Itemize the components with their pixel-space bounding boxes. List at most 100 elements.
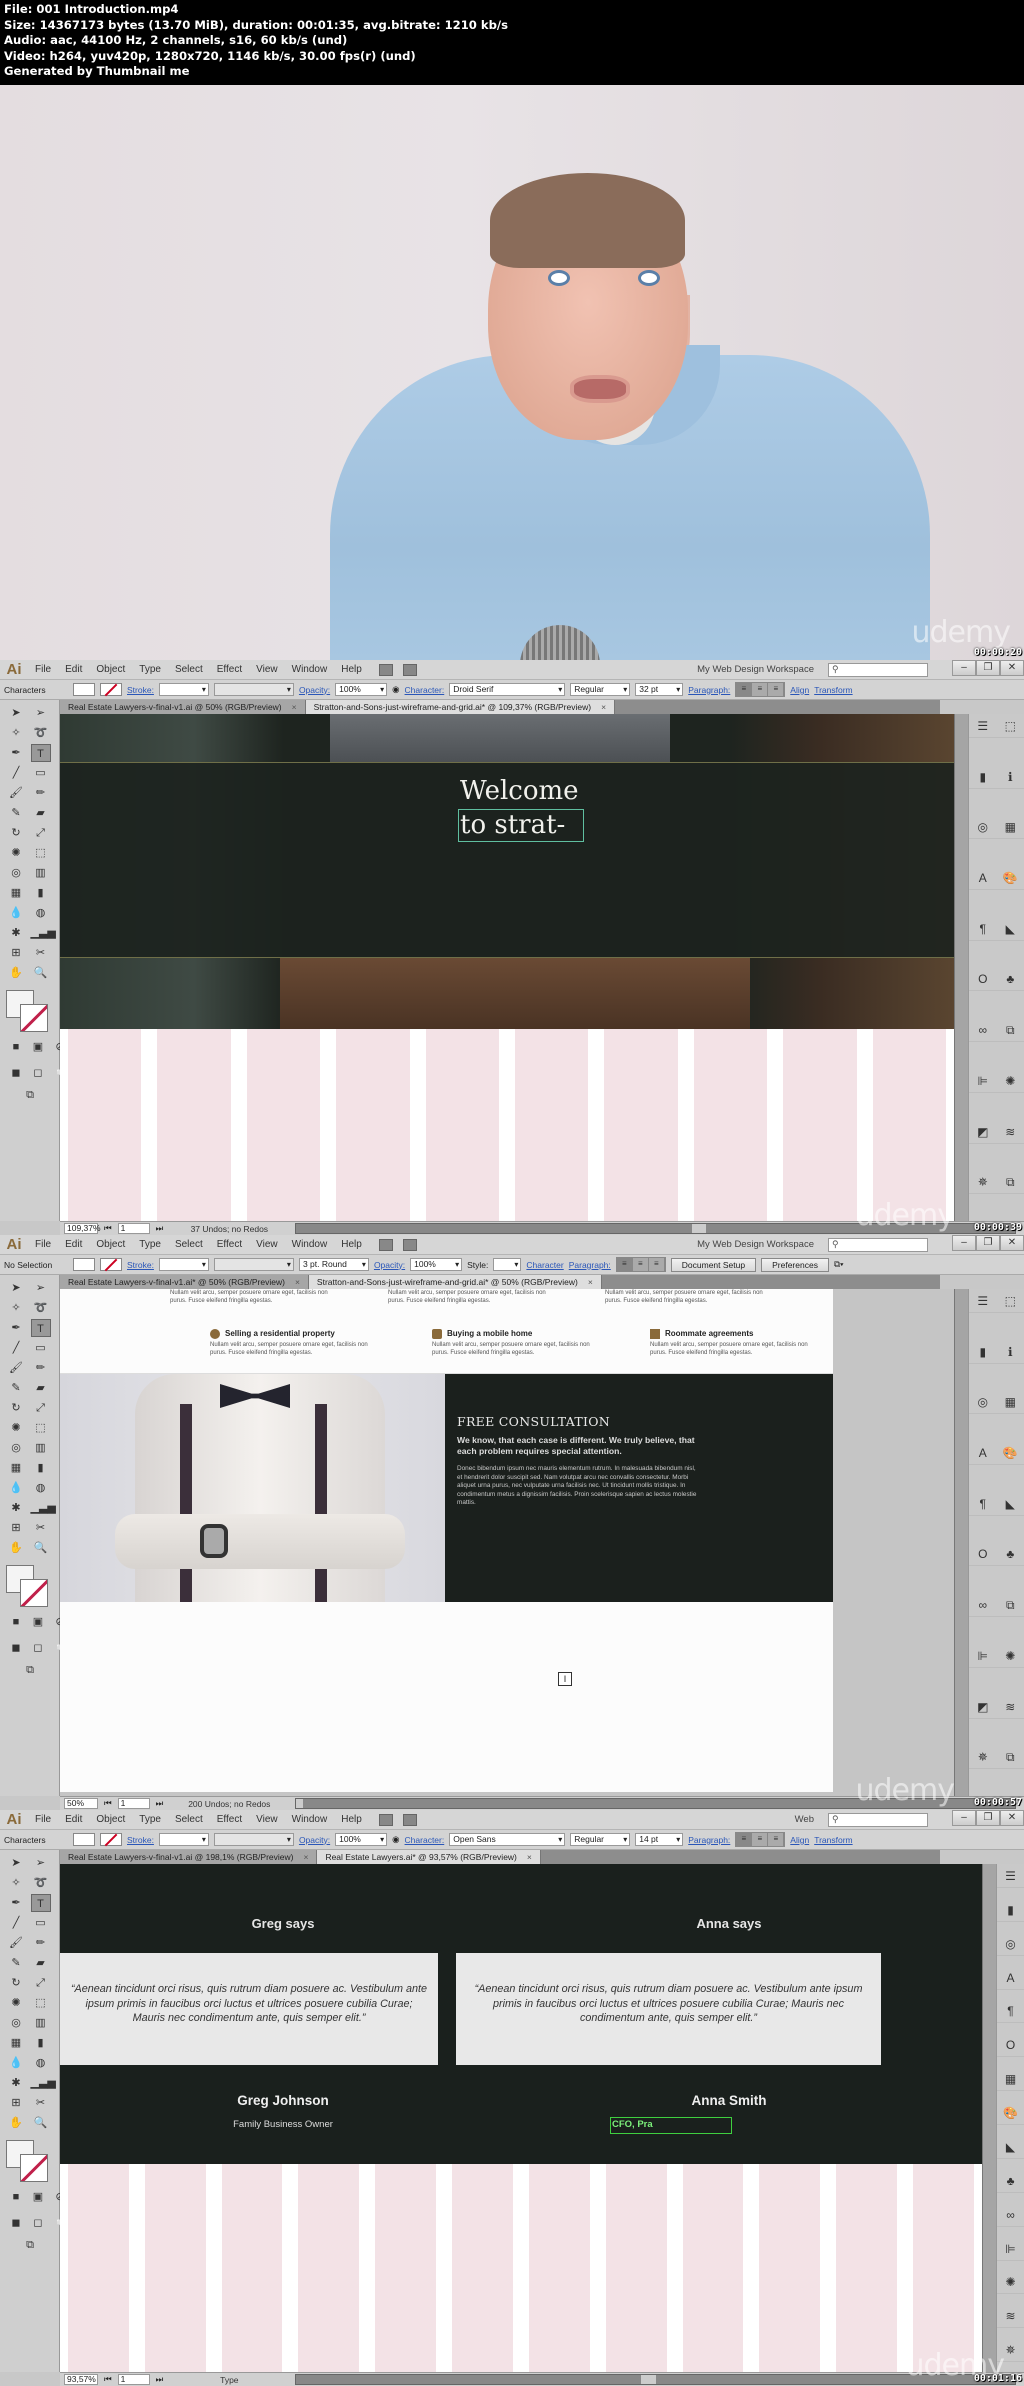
opacity-link[interactable]: Opacity:	[299, 685, 330, 695]
character-link[interactable]: Character	[526, 1260, 563, 1270]
lasso-tool-icon[interactable]: ➰	[31, 1299, 51, 1317]
document-tab-active[interactable]: Stratton-and-Sons-just-wireframe-and-gri…	[305, 700, 616, 714]
artboards-panel-icon[interactable]: ⬚	[996, 1289, 1024, 1313]
navigator-panel-icon[interactable]: ✵	[969, 1745, 997, 1770]
direct-selection-tool-icon[interactable]: ➢	[31, 1854, 51, 1872]
menu-effect[interactable]: Effect	[217, 1814, 242, 1825]
magic-wand-tool-icon[interactable]: ✧	[6, 1874, 26, 1892]
workspace-switcher[interactable]: My Web Design Workspace	[697, 1239, 814, 1250]
lasso-tool-icon[interactable]: ➰	[31, 1874, 51, 1892]
draw-normal-icon[interactable]: ◼	[6, 1639, 26, 1657]
artboard-tool-icon[interactable]: ⊞	[6, 1519, 26, 1537]
document-tab[interactable]: Real Estate Lawyers-v-final-v1.ai @ 198,…	[60, 1850, 318, 1864]
eyedropper-tool-icon[interactable]: 💧	[6, 2054, 26, 2072]
character-link[interactable]: Character:	[405, 1835, 445, 1845]
swatches-panel-icon[interactable]: ▦	[997, 2067, 1024, 2092]
symbols-panel-icon[interactable]: ♣	[996, 1542, 1024, 1567]
bridge-icon[interactable]	[378, 1238, 393, 1251]
type-tool-icon[interactable]: T	[30, 1894, 51, 1912]
pencil-tool-icon[interactable]: ✏	[31, 1359, 51, 1377]
artboard-tool-icon[interactable]: ⊞	[6, 944, 26, 962]
warp-tool-icon[interactable]: ✺	[6, 1419, 26, 1437]
menu-type[interactable]: Type	[139, 1814, 161, 1825]
first-artboard-icon[interactable]: ⏮	[104, 2374, 112, 2385]
brushes-panel-icon[interactable]: ✺	[996, 1644, 1024, 1668]
pathfinder-panel-icon[interactable]: ◩	[969, 1695, 997, 1719]
eyedropper-tool-icon[interactable]: 💧	[6, 1479, 26, 1497]
first-artboard-icon[interactable]: ⏮	[104, 1798, 112, 1809]
menu-object[interactable]: Object	[96, 1814, 125, 1825]
document-tab[interactable]: Real Estate Lawyers-v-final-v1.ai* @ 50%…	[60, 1275, 309, 1289]
menu-select[interactable]: Select	[175, 664, 203, 675]
navigator-panel-icon[interactable]: ✵	[969, 1170, 997, 1195]
blob-brush-tool-icon[interactable]: ✎	[6, 1954, 26, 1972]
workspace-switcher[interactable]: Web	[795, 1814, 814, 1825]
paintbrush-tool-icon[interactable]: 🖌	[6, 1359, 26, 1377]
document-tab-active[interactable]: Stratton-and-Sons-just-wireframe-and-gri…	[308, 1275, 602, 1289]
zoom-level-field[interactable]: 109,37%	[64, 1223, 101, 1234]
menu-edit[interactable]: Edit	[65, 1239, 82, 1250]
asset-export-panel-icon[interactable]: ⧉	[996, 1170, 1024, 1195]
stroke-swatch[interactable]	[100, 1833, 122, 1846]
mesh-tool-icon[interactable]: ▦	[6, 2034, 26, 2052]
close-button[interactable]: ✕	[1000, 660, 1024, 676]
appearance-panel-icon[interactable]: ◣	[996, 1492, 1024, 1516]
transform-link[interactable]: Transform	[814, 1835, 852, 1845]
graphic-styles-panel-icon[interactable]: ⧉	[996, 1018, 1024, 1043]
close-button[interactable]: ✕	[1000, 1235, 1024, 1251]
layers-panel-icon[interactable]: ≋	[996, 1695, 1024, 1719]
document-tab[interactable]: Real Estate Lawyers-v-final-v1.ai @ 50% …	[60, 700, 306, 714]
gradient-mode-icon[interactable]: ▣	[28, 1038, 48, 1056]
gradient-mode-icon[interactable]: ▣	[28, 1613, 48, 1631]
gradient-tool-icon[interactable]: ▮	[31, 2034, 51, 2052]
menu-view[interactable]: View	[256, 664, 278, 675]
blob-brush-tool-icon[interactable]: ✎	[6, 1379, 26, 1397]
blob-brush-tool-icon[interactable]: ✎	[6, 804, 26, 822]
appearance-panel-icon[interactable]: ◣	[997, 2135, 1024, 2159]
info-panel-icon[interactable]: ℹ	[996, 1340, 1024, 1364]
paintbrush-tool-icon[interactable]: 🖌	[6, 1934, 26, 1952]
align-panel-icon[interactable]: ⊫	[969, 1644, 997, 1668]
stroke-panel-icon[interactable]: ☰	[997, 1864, 1024, 1888]
paragraph-panel-icon[interactable]: ¶	[969, 917, 997, 941]
search-input[interactable]: ⚲	[828, 1238, 928, 1252]
blend-tool-icon[interactable]: ◍	[31, 1479, 51, 1497]
menu-help[interactable]: Help	[341, 664, 362, 675]
color-guide-panel-icon[interactable]: 🎨	[997, 2101, 1024, 2126]
swatches-panel-icon[interactable]: ▦	[996, 815, 1024, 840]
gradient-tool-icon[interactable]: ▮	[31, 1459, 51, 1477]
free-transform-tool-icon[interactable]: ⬚	[31, 844, 51, 862]
opacity-link[interactable]: Opacity:	[299, 1835, 330, 1845]
draw-behind-icon[interactable]: ◻	[28, 1639, 48, 1657]
hand-tool-icon[interactable]: ✋	[6, 964, 26, 982]
perspective-grid-tool-icon[interactable]: ▥	[31, 2014, 51, 2032]
eyedropper-tool-icon[interactable]: 💧	[6, 904, 26, 922]
align-center-button[interactable]: ≡	[752, 1833, 769, 1846]
pathfinder-panel-icon[interactable]: ◩	[969, 1120, 997, 1144]
arrange-documents-icon[interactable]	[402, 1813, 417, 1826]
paragraph-panel-icon[interactable]: ¶	[969, 1492, 997, 1516]
asset-export-panel-icon[interactable]: ⧉	[996, 1745, 1024, 1770]
paragraph-link[interactable]: Paragraph:	[688, 685, 730, 695]
menu-select[interactable]: Select	[175, 1239, 203, 1250]
stroke-weight-field[interactable]	[158, 683, 209, 696]
opacity-field[interactable]: 100%	[410, 1258, 463, 1271]
align-link[interactable]: Align	[790, 685, 809, 695]
layers-panel-icon[interactable]: ≋	[996, 1120, 1024, 1144]
zoom-level-field[interactable]: 50%	[64, 1798, 98, 1809]
rotate-tool-icon[interactable]: ↻	[6, 824, 26, 842]
symbol-sprayer-tool-icon[interactable]: ✱	[6, 2074, 26, 2092]
rectangle-tool-icon[interactable]: ▭	[31, 1339, 51, 1357]
color-guide-panel-icon[interactable]: 🎨	[996, 1441, 1024, 1466]
artboard-tool-icon[interactable]: ⊞	[6, 2094, 26, 2112]
magic-wand-tool-icon[interactable]: ✧	[6, 724, 26, 742]
type-tool-icon[interactable]: T	[30, 744, 51, 762]
opentype-panel-icon[interactable]: O	[969, 1542, 997, 1567]
layers-panel-icon[interactable]: ≋	[997, 2304, 1024, 2329]
draw-behind-icon[interactable]: ◻	[28, 1064, 48, 1082]
brushes-panel-icon[interactable]: ✺	[996, 1069, 1024, 1093]
align-link[interactable]: Align	[790, 1835, 809, 1845]
vertical-scrollbar[interactable]	[982, 1864, 996, 2372]
close-tab-icon[interactable]: ×	[303, 1852, 308, 1862]
zoom-tool-icon[interactable]: 🔍	[31, 2114, 51, 2132]
